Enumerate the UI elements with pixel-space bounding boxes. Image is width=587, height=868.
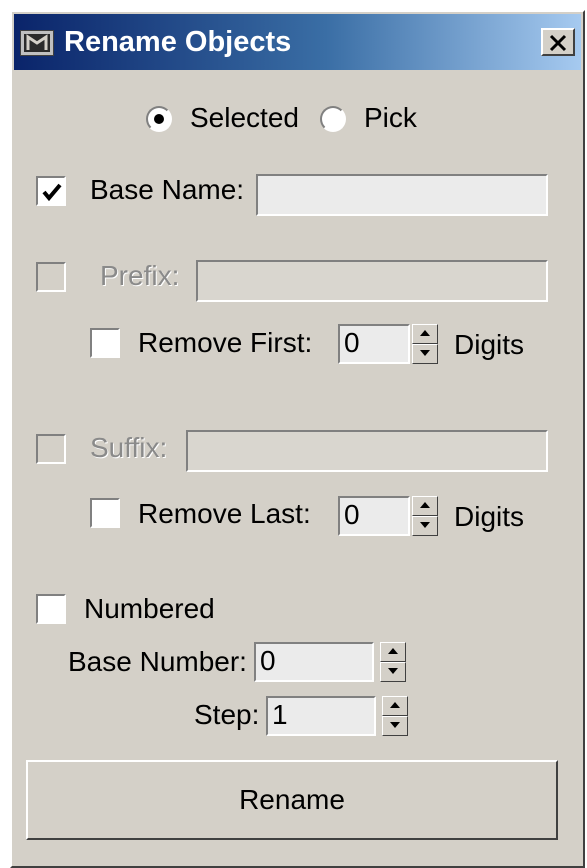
window-title: Rename Objects: [64, 26, 292, 58]
base-number-spinner[interactable]: [380, 642, 406, 682]
remove-last-field[interactable]: 0: [338, 496, 410, 536]
title-bar[interactable]: Rename Objects: [14, 14, 581, 70]
spin-up-arrow-icon: [420, 330, 430, 336]
suffix-checkbox[interactable]: [36, 434, 66, 464]
radio-pick[interactable]: [320, 106, 346, 132]
spin-up-arrow-icon: [390, 702, 400, 708]
remove-first-unit: Digits: [454, 329, 525, 360]
prefix-label: Prefix:: [100, 260, 180, 291]
suffix-input[interactable]: [186, 430, 548, 472]
base-name-checkbox[interactable]: [36, 176, 66, 206]
prefix-checkbox[interactable]: [36, 262, 66, 292]
base-number-label: Base Number:: [68, 646, 247, 677]
suffix-label: Suffix:: [90, 432, 168, 463]
numbered-checkbox[interactable]: [36, 594, 66, 624]
spin-down-arrow-icon: [420, 350, 430, 356]
prefix-input[interactable]: [196, 260, 548, 302]
numbered-label: Numbered: [84, 593, 215, 624]
spin-down-arrow-icon: [388, 668, 398, 674]
spin-up-arrow-icon: [420, 502, 430, 508]
remove-last-unit: Digits: [454, 501, 525, 532]
base-name-input[interactable]: [256, 174, 548, 216]
spin-down-arrow-icon: [390, 722, 400, 728]
spin-down-arrow-icon: [420, 522, 430, 528]
remove-last-label: Remove Last:: [138, 498, 311, 529]
remove-first-field[interactable]: 0: [338, 324, 410, 364]
remove-first-spinner[interactable]: [412, 324, 438, 364]
radio-pick-label[interactable]: Pick: [364, 102, 417, 134]
radio-selected-label[interactable]: Selected: [190, 102, 299, 134]
remove-first-label: Remove First:: [138, 327, 313, 358]
radio-selected[interactable]: [146, 106, 172, 132]
remove-last-checkbox[interactable]: [90, 498, 120, 528]
rename-button[interactable]: Rename: [26, 760, 558, 840]
base-name-label: Base Name:: [90, 174, 245, 205]
step-label: Step:: [194, 699, 260, 730]
remove-first-checkbox[interactable]: [90, 328, 120, 358]
check-icon: [42, 183, 62, 202]
app-icon: [20, 30, 54, 56]
close-icon: [549, 34, 567, 52]
close-button[interactable]: [541, 28, 575, 56]
step-spinner[interactable]: [382, 696, 408, 736]
step-field[interactable]: 1: [266, 696, 376, 736]
remove-last-spinner[interactable]: [412, 496, 438, 536]
base-number-field[interactable]: 0: [254, 642, 374, 682]
spin-up-arrow-icon: [388, 648, 398, 654]
